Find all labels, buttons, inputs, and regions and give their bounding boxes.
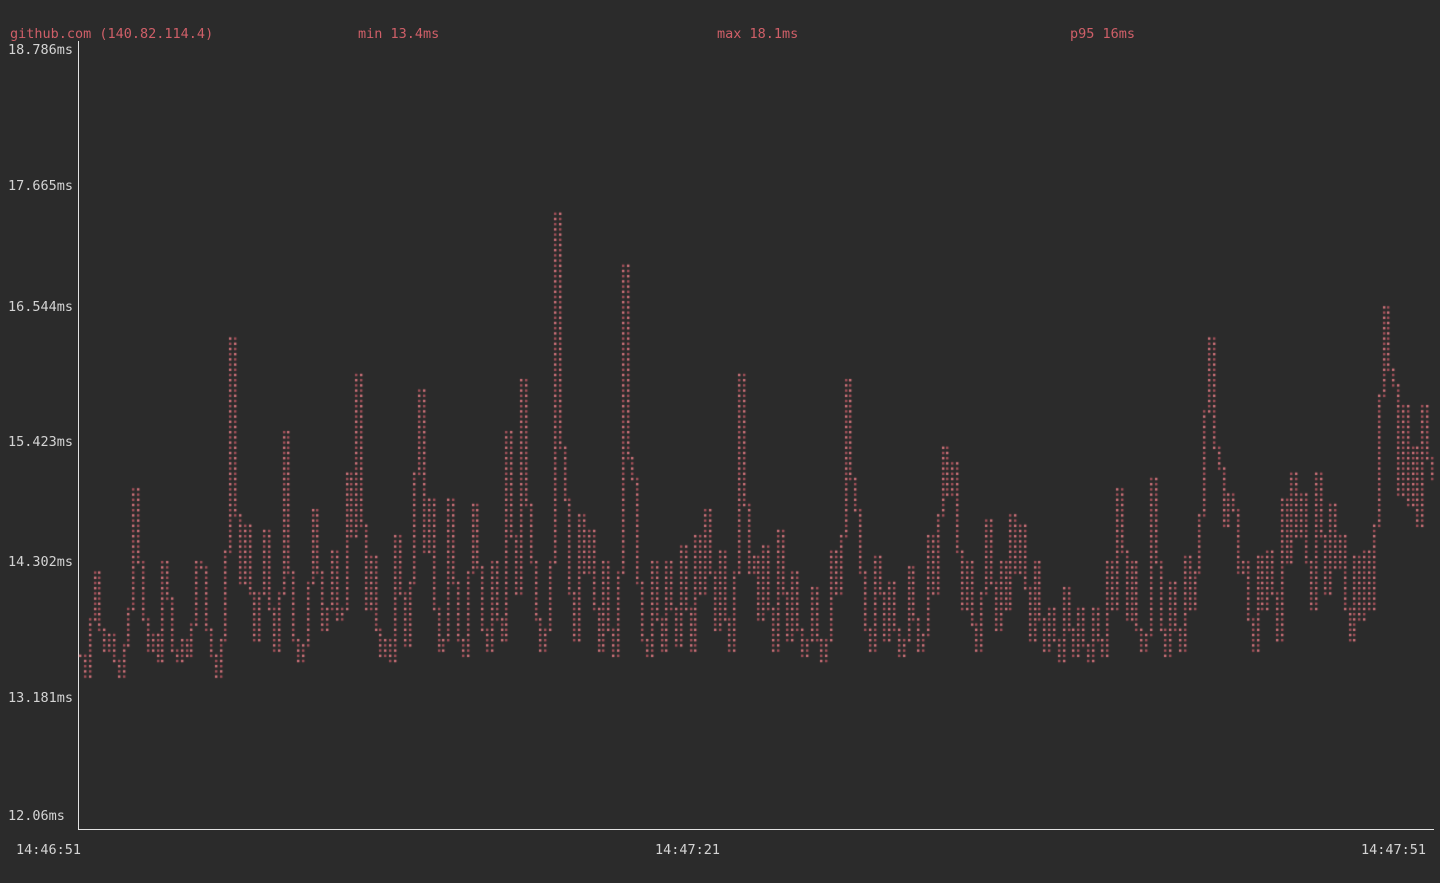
x-axis-tick-end: 14:47:51: [1361, 842, 1426, 858]
x-axis-tick-start: 14:46:51: [16, 842, 81, 858]
latency-chart-canvas: [0, 0, 1440, 883]
gping-terminal-screen: { "header": { "host_label": "github.com …: [0, 0, 1440, 883]
x-axis-tick-middle: 14:47:21: [655, 842, 720, 858]
